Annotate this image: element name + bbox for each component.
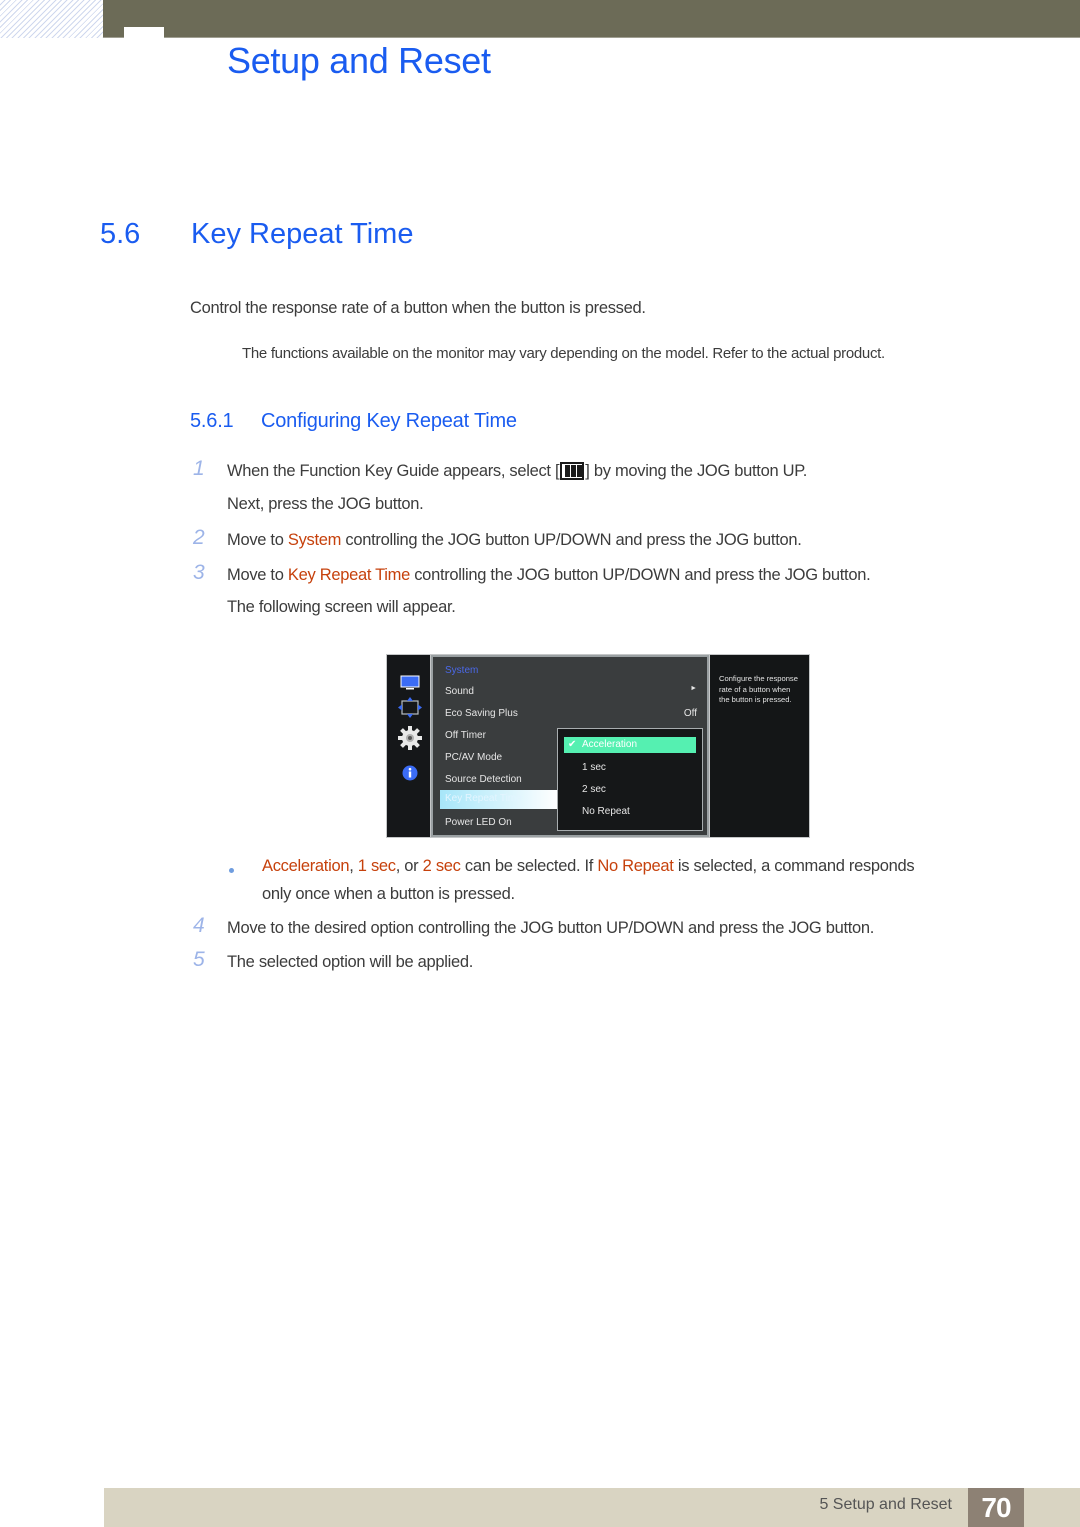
osd-menu-item-sound[interactable]: Sound [445,686,474,697]
jog-menu-icon [560,462,585,480]
osd-menu-item-label: Key Repeat Time [445,793,522,804]
bullet-text-part: can be selected. If [460,857,598,875]
step-text-part: controlling the JOG button UP/DOWN and p… [341,531,802,549]
osd-menu-item-pc-av-mode[interactable]: PC/AV Mode [445,752,502,763]
osd-option-label: Acceleration [582,739,638,750]
highlight-key-repeat-time: Key Repeat Time [287,566,410,584]
highlight-no-repeat: No Repeat [597,857,674,875]
bullet-text-part: , [349,857,358,875]
osd-value-eco-saving-plus: Off [683,708,697,719]
bullet-text: Acceleration, 1 sec, or 2 sec can be sel… [262,857,915,876]
picture-icon [400,675,420,690]
step-number: 4 [193,914,205,937]
osd-menu-item-power-led-on[interactable]: Power LED On [445,817,512,828]
chapter-tab [124,27,164,39]
osd-menu-item-off-timer[interactable]: Off Timer [445,730,486,741]
step-number: 5 [193,948,205,971]
step-text-part: controlling the JOG button UP/DOWN and p… [409,566,871,584]
check-icon: ✔ [568,739,577,750]
header-bar [103,0,1080,38]
osd-option-acceleration[interactable]: ✔ Acceleration [564,737,696,753]
section-number: 5.6 [100,218,141,250]
osd-menu-title: System [445,665,479,676]
osd-sidebar [387,655,430,837]
bullet-text-part: is selected, a command responds [673,857,915,875]
osd-menu-item-key-repeat-time[interactable]: Key Repeat Time [440,790,558,809]
step-text-line2: The following screen will appear. [227,598,456,616]
highlight-system: System [287,531,342,549]
arrow-right-icon: ► [690,685,697,692]
step-text-part: Move to [227,566,288,584]
section-title: Key Repeat Time [191,218,414,250]
subsection-title: Configuring Key Repeat Time [261,410,517,432]
header-hatch-pattern [0,0,103,38]
step-text-part: Move to [227,531,288,549]
osd-option-1-sec[interactable]: 1 sec [582,762,606,773]
step-number: 2 [193,526,205,549]
step-text: When the Function Key Guide appears, sel… [227,462,807,481]
step-number: 1 [193,457,205,480]
section-intro: Control the response rate of a button wh… [190,299,646,317]
osd-system-menu: System Sound ► Eco Saving Plus Off Off T… [431,655,709,837]
osd-option-2-sec[interactable]: 2 sec [582,784,606,795]
step-number: 3 [193,561,205,584]
step-text: The selected option will be applied. [227,953,474,971]
subsection-heading: 5.6.1 Configuring Key Repeat Time [190,410,517,433]
osd-screenshot: System Sound ► Eco Saving Plus Off Off T… [386,654,810,838]
section-note: The functions available on the monitor m… [242,345,885,362]
footer-bar: 5 Setup and Reset 70 [104,1488,1080,1527]
position-icon [398,697,422,718]
page-number: 70 [968,1488,1024,1527]
osd-option-no-repeat[interactable]: No Repeat [582,806,630,817]
footer-chapter-label: 5 Setup and Reset [819,1496,952,1513]
subsection-number: 5.6.1 [190,410,234,432]
step-text: Move to Key Repeat Time controlling the … [227,566,871,585]
information-icon [402,765,418,781]
bullet-text-line2: only once when a button is pressed. [262,885,515,903]
step-text-part: ] by moving the JOG button UP. [585,462,808,480]
highlight-1-sec: 1 sec [357,857,396,875]
osd-help-panel: Configure the response rate of a button … [710,655,809,837]
bullet-icon [229,868,234,873]
bullet-text-part: , or [395,857,423,875]
section-heading: 5.6 Key Repeat Time [100,218,413,251]
osd-options-popup: ✔ Acceleration 1 sec 2 sec No Repeat [557,728,703,831]
osd-menu-item-source-detection[interactable]: Source Detection [445,774,522,785]
step-text-line2: Next, press the JOG button. [227,495,424,513]
osd-help-text: Configure the response rate of a button … [719,674,798,705]
highlight-2-sec: 2 sec [422,857,461,875]
osd-menu-item-eco-saving-plus[interactable]: Eco Saving Plus [445,708,518,719]
highlight-acceleration: Acceleration [262,857,350,875]
chapter-title: Setup and Reset [227,40,491,81]
step-text: Move to the desired option controlling t… [227,919,875,937]
step-text: Move to System controlling the JOG butto… [227,531,802,550]
step-text-part: When the Function Key Guide appears, sel… [227,462,560,480]
system-gear-icon [398,726,422,750]
